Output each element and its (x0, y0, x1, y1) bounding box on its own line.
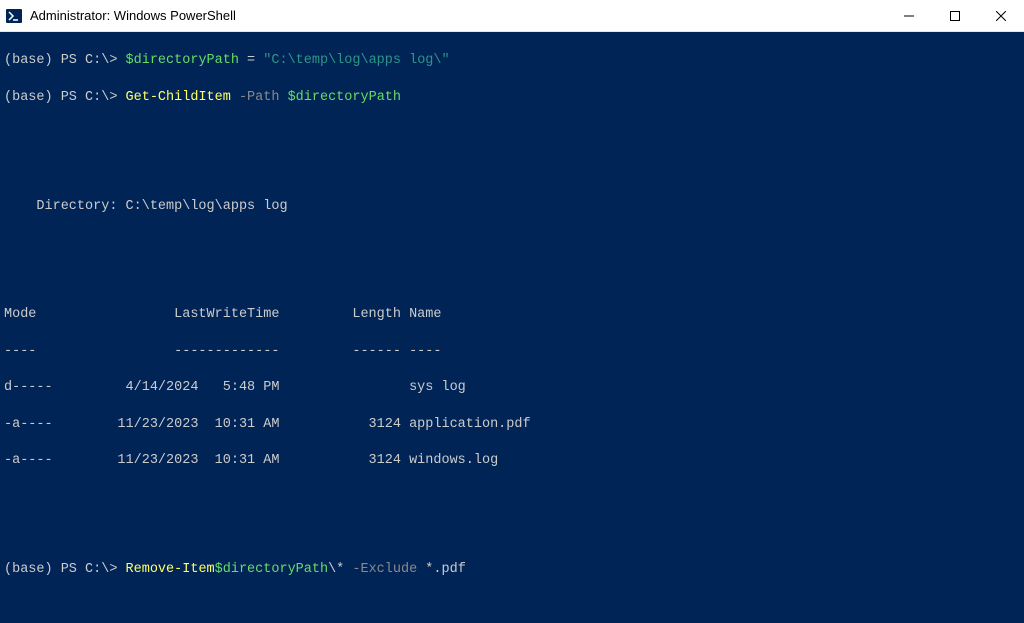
param: -Path (231, 90, 288, 105)
table-row: d----- 4/14/2024 5:48 PM sys log (4, 379, 1020, 397)
prompt: (base) PS C:\> (4, 53, 126, 68)
table-header: Mode LastWriteTime Length Name (4, 306, 1020, 324)
variable: $directoryPath (126, 53, 239, 68)
command-line: (base) PS C:\> $directoryPath = "C:\temp… (4, 52, 1020, 70)
prompt: (base) PS C:\> (4, 90, 126, 105)
command-line: (base) PS C:\> Get-ChildItem -Path $dire… (4, 89, 1020, 107)
blank-line (4, 270, 1020, 288)
blank-line (4, 234, 1020, 252)
titlebar: Administrator: Windows PowerShell (0, 0, 1024, 32)
cmdlet: Remove-Item (126, 562, 215, 577)
window-controls (886, 0, 1024, 31)
powershell-icon (6, 8, 22, 24)
prompt: (base) PS C:\> (4, 562, 126, 577)
command-line: (base) PS C:\> Remove-Item$directoryPath… (4, 561, 1020, 579)
blank-line (4, 125, 1020, 143)
blank-line (4, 597, 1020, 615)
window-title: Administrator: Windows PowerShell (30, 8, 886, 23)
close-button[interactable] (978, 0, 1024, 31)
table-row: -a---- 11/23/2023 10:31 AM 3124 windows.… (4, 452, 1020, 470)
terminal-output[interactable]: (base) PS C:\> $directoryPath = "C:\temp… (0, 32, 1024, 623)
directory-header: Directory: C:\temp\log\apps log (4, 198, 1020, 216)
table-separator: ---- ------------- ------ ---- (4, 343, 1020, 361)
blank-line (4, 525, 1020, 543)
variable: $directoryPath (288, 90, 401, 105)
blank-line (4, 489, 1020, 507)
blank-line (4, 161, 1020, 179)
minimize-button[interactable] (886, 0, 932, 31)
cmdlet: Get-ChildItem (126, 90, 231, 105)
param: -Exclude (344, 562, 425, 577)
string-literal: "C:\temp\log\apps log\" (263, 53, 449, 68)
table-row: -a---- 11/23/2023 10:31 AM 3124 applicat… (4, 416, 1020, 434)
maximize-button[interactable] (932, 0, 978, 31)
variable: $directoryPath (215, 562, 328, 577)
